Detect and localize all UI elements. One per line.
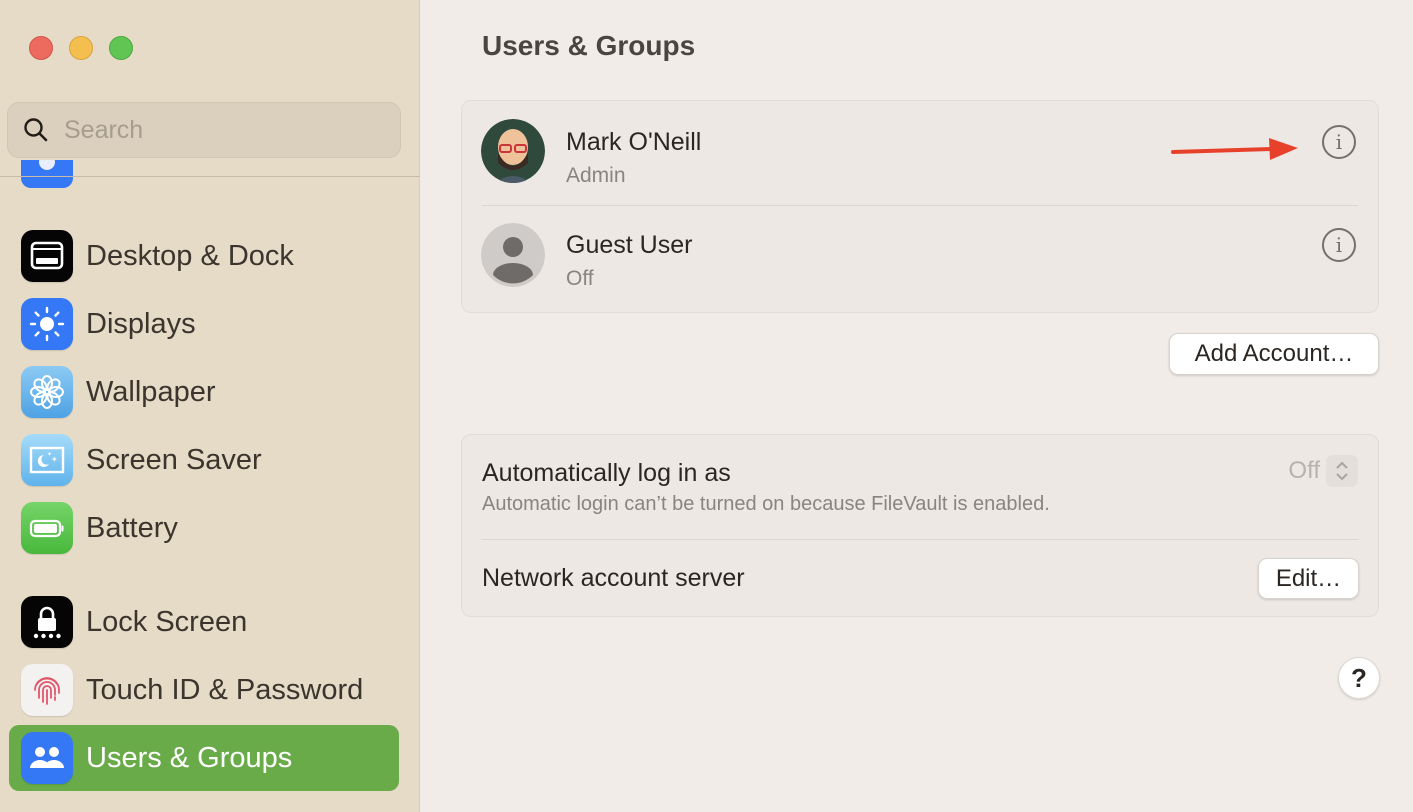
question-mark-icon: ? bbox=[1351, 662, 1367, 693]
desktop-dock-icon bbox=[21, 230, 73, 282]
sidebar-item-screen-saver[interactable]: ✦ ✦ Screen Saver bbox=[9, 427, 399, 493]
sidebar-item-label: Users & Groups bbox=[86, 741, 293, 774]
sidebar-item-touch-id[interactable]: Touch ID & Password bbox=[9, 657, 399, 723]
user-name: Guest User bbox=[566, 231, 693, 259]
add-account-button[interactable]: Add Account… bbox=[1169, 333, 1379, 375]
main-content: Users & Groups Mark O'Neill Admin i Gues… bbox=[421, 0, 1413, 812]
users-list-card: Mark O'Neill Admin i Guest User Off i bbox=[461, 100, 1379, 313]
sidebar-item-label: Desktop & Dock bbox=[86, 239, 294, 272]
minimize-window-button[interactable] bbox=[69, 36, 93, 60]
zoom-window-button[interactable] bbox=[109, 36, 133, 60]
sidebar-item-desktop-dock[interactable]: Desktop & Dock bbox=[9, 223, 399, 289]
search-field[interactable] bbox=[7, 102, 401, 158]
info-icon: i bbox=[1335, 233, 1343, 257]
fingerprint-icon bbox=[21, 664, 73, 716]
sidebar: Desktop & Dock Displays bbox=[0, 0, 420, 812]
info-button[interactable]: i bbox=[1322, 228, 1356, 262]
search-separator bbox=[0, 176, 420, 177]
battery-icon bbox=[21, 502, 73, 554]
auto-login-select[interactable]: Off bbox=[1288, 455, 1358, 487]
sidebar-item-label: Lock Screen bbox=[86, 605, 248, 638]
auto-login-label: Automatically log in as bbox=[482, 459, 731, 487]
sidebar-item-label: Wallpaper bbox=[86, 375, 216, 408]
row-divider bbox=[482, 539, 1358, 540]
generic-person-avatar bbox=[481, 223, 545, 287]
user-role: Admin bbox=[566, 164, 626, 187]
search-icon bbox=[24, 118, 48, 142]
user-role: Off bbox=[566, 267, 594, 290]
window-controls bbox=[29, 36, 133, 60]
row-divider bbox=[482, 205, 1358, 206]
sidebar-item-label: Displays bbox=[86, 307, 196, 340]
annotation-arrow-icon bbox=[1171, 138, 1298, 160]
auto-login-note: Automatic login can’t be turned on becau… bbox=[482, 493, 1050, 515]
help-button[interactable]: ? bbox=[1338, 657, 1380, 699]
sidebar-item-label: Screen Saver bbox=[86, 443, 262, 476]
users-icon bbox=[21, 732, 73, 784]
login-options-card: Automatically log in as Automatic login … bbox=[461, 434, 1379, 617]
network-server-label: Network account server bbox=[482, 564, 745, 592]
sidebar-item-label: Touch ID & Password bbox=[86, 673, 364, 706]
sidebar-item-battery[interactable]: Battery bbox=[9, 495, 399, 561]
svg-text:✦: ✦ bbox=[51, 455, 58, 464]
chevron-up-down-icon bbox=[1326, 455, 1358, 487]
lock-icon bbox=[21, 596, 73, 648]
info-button[interactable]: i bbox=[1322, 125, 1356, 159]
sidebar-item-wallpaper[interactable]: Wallpaper bbox=[9, 359, 399, 425]
memoji-avatar bbox=[481, 119, 545, 183]
close-window-button[interactable] bbox=[29, 36, 53, 60]
user-row-guest[interactable]: Guest User Off i bbox=[462, 207, 1378, 310]
info-icon: i bbox=[1335, 130, 1343, 154]
auto-login-value: Off bbox=[1288, 457, 1320, 484]
sidebar-item-users-groups[interactable]: Users & Groups bbox=[9, 725, 399, 791]
svg-text:✦: ✦ bbox=[47, 451, 52, 458]
sidebar-item-label: Battery bbox=[86, 511, 178, 544]
edit-network-server-button[interactable]: Edit… bbox=[1258, 558, 1359, 599]
page-title: Users & Groups bbox=[482, 30, 696, 61]
privacy-security-icon-partial bbox=[21, 160, 73, 188]
sun-icon bbox=[21, 298, 73, 350]
sidebar-item-displays[interactable]: Displays bbox=[9, 291, 399, 357]
user-name: Mark O'Neill bbox=[566, 128, 702, 156]
screen-saver-icon: ✦ ✦ bbox=[21, 434, 73, 486]
search-input[interactable] bbox=[64, 115, 384, 145]
flower-icon bbox=[21, 366, 73, 418]
sidebar-item-lock-screen[interactable]: Lock Screen bbox=[9, 589, 399, 655]
